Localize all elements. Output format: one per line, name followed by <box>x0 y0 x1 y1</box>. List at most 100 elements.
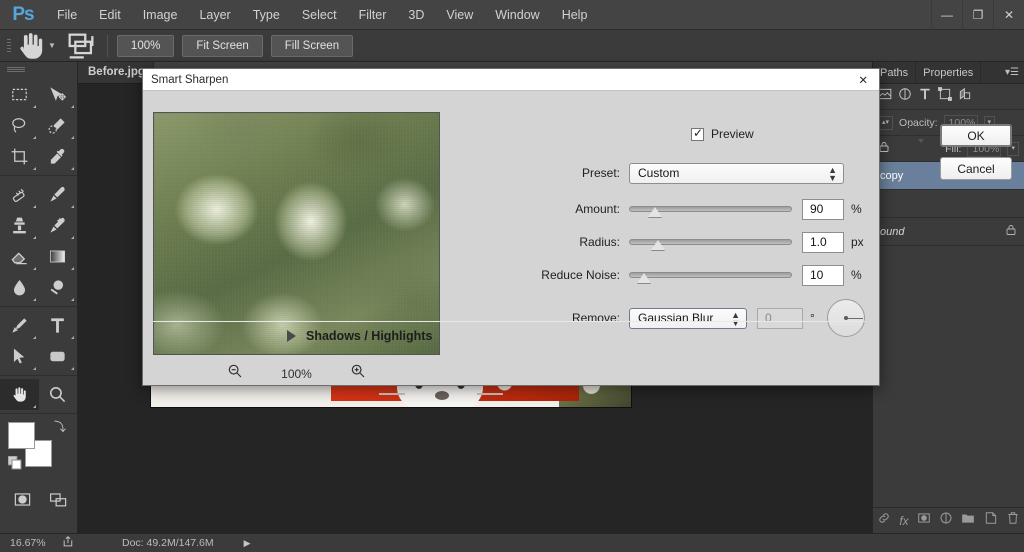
menu-3d[interactable]: 3D <box>397 4 435 26</box>
link-layers-icon[interactable] <box>877 511 891 530</box>
menu-edit[interactable]: Edit <box>88 4 132 26</box>
tool-options-caret-icon[interactable]: ▼ <box>48 41 56 50</box>
lasso-tool[interactable] <box>0 110 39 141</box>
ok-button[interactable]: OK <box>940 124 1012 147</box>
tools-panel: ⤵ <box>0 62 78 552</box>
move-tool[interactable] <box>39 79 78 110</box>
menu-layer[interactable]: Layer <box>188 4 241 26</box>
layer-style-fx-icon[interactable]: fx <box>899 514 908 528</box>
menu-file[interactable]: File <box>46 4 88 26</box>
menu-window[interactable]: Window <box>484 4 550 26</box>
preview-checkbox[interactable] <box>691 126 704 141</box>
reduce-noise-slider[interactable] <box>629 268 792 283</box>
fit-screen-button[interactable]: Fit Screen <box>182 34 263 57</box>
eyedropper-tool[interactable] <box>39 141 78 172</box>
chevron-right-icon[interactable]: ▶ <box>244 538 251 549</box>
horizontal-type-tool[interactable] <box>39 310 78 341</box>
panel-menu-icon[interactable]: ▾☰ <box>1005 62 1024 83</box>
default-colors-icon[interactable] <box>7 455 22 475</box>
smart-sharpen-dialog: Smart Sharpen ✕ 100% ✓ Preview OK Cancel… <box>142 68 1012 386</box>
restore-button[interactable]: ❐ <box>962 0 993 30</box>
quick-mask-icon[interactable] <box>4 484 41 515</box>
swap-colors-icon[interactable]: ⤵ <box>54 418 66 435</box>
radius-slider-thumb[interactable] <box>651 240 666 250</box>
transform-icon[interactable] <box>938 87 952 106</box>
image-icon[interactable] <box>878 87 892 106</box>
spot-healing-brush-tool[interactable] <box>0 179 39 210</box>
preview-image[interactable] <box>153 112 440 355</box>
blend-mode-caret-icon[interactable]: ▴▾ <box>878 115 894 130</box>
eraser-tool[interactable] <box>0 241 39 272</box>
layer-row-background[interactable]: ound <box>873 218 1024 246</box>
radius-row: Radius: 1.0 px <box>453 231 879 253</box>
options-bar-grip[interactable] <box>4 35 14 57</box>
triangle-right-icon[interactable] <box>287 330 296 342</box>
preview-checkbox-label[interactable]: Preview <box>711 127 754 141</box>
amount-slider-thumb[interactable] <box>648 207 663 217</box>
hand-tool[interactable] <box>0 379 39 410</box>
new-layer-icon[interactable] <box>984 511 998 530</box>
remove-select[interactable]: Gaussian Blur ▲ ▼ <box>629 307 747 329</box>
blur-tool[interactable] <box>0 272 39 303</box>
reduce-noise-input[interactable]: 10 <box>802 264 844 286</box>
path-selection-tool[interactable] <box>0 341 39 372</box>
zoom-level[interactable]: 16.67% <box>0 537 62 549</box>
gear-icon[interactable] <box>901 124 916 144</box>
layer-mask-icon[interactable] <box>917 511 931 530</box>
reduce-noise-unit: % <box>851 268 862 282</box>
zoom-in-icon[interactable] <box>350 363 366 384</box>
gradient-tool[interactable] <box>39 241 78 272</box>
tool-preset-icon[interactable] <box>64 33 98 59</box>
dialog-title-bar[interactable]: Smart Sharpen ✕ <box>143 69 879 91</box>
reduce-noise-slider-thumb[interactable] <box>636 273 651 283</box>
menu-help[interactable]: Help <box>551 4 599 26</box>
menu-filter[interactable]: Filter <box>348 4 398 26</box>
radius-input[interactable]: 1.0 <box>802 231 844 253</box>
menu-select[interactable]: Select <box>291 4 348 26</box>
dodge-tool[interactable] <box>39 272 78 303</box>
adjustment-layer-icon[interactable] <box>939 511 953 530</box>
quick-selection-tool[interactable] <box>39 110 78 141</box>
dialog-divider <box>153 321 865 322</box>
amount-input[interactable]: 90 <box>802 198 844 220</box>
zoom-tool[interactable] <box>39 379 78 410</box>
rectangular-marquee-tool[interactable] <box>0 79 39 110</box>
preset-label: Preset: <box>581 166 620 180</box>
tools-panel-grip[interactable] <box>0 62 77 76</box>
close-button[interactable]: ✕ <box>993 0 1024 30</box>
cancel-button[interactable]: Cancel <box>940 157 1012 180</box>
foreground-color-swatch[interactable] <box>8 422 35 449</box>
zoom-out-icon[interactable] <box>227 363 243 384</box>
hand-tool-icon[interactable] <box>14 32 48 59</box>
type-icon[interactable] <box>918 87 932 106</box>
history-brush-tool[interactable] <box>39 210 78 241</box>
pen-tool[interactable] <box>0 310 39 341</box>
layer-row-hidden[interactable] <box>873 190 1024 218</box>
share-icon[interactable] <box>62 535 86 551</box>
fill-screen-button[interactable]: Fill Screen <box>270 34 354 57</box>
delete-layer-icon[interactable] <box>1006 511 1020 530</box>
brush-tool[interactable] <box>39 179 78 210</box>
menu-image[interactable]: Image <box>132 4 189 26</box>
radius-slider[interactable] <box>629 235 792 250</box>
new-group-icon[interactable] <box>961 511 975 530</box>
shadows-highlights-section[interactable]: Shadows / Highlights <box>287 329 432 343</box>
amount-slider[interactable] <box>629 202 792 217</box>
adjustment-icon[interactable] <box>898 87 912 106</box>
menu-type[interactable]: Type <box>242 4 291 26</box>
shape-icon[interactable] <box>958 87 972 106</box>
rounded-rectangle-tool[interactable] <box>39 341 78 372</box>
close-icon[interactable]: ✕ <box>855 73 871 87</box>
screen-mode-icon[interactable] <box>41 484 78 515</box>
crop-tool[interactable] <box>0 141 39 172</box>
preset-select[interactable]: Custom ▲ ▼ <box>629 162 844 184</box>
amount-unit: % <box>851 202 862 216</box>
menu-view[interactable]: View <box>435 4 484 26</box>
tab-properties[interactable]: Properties <box>916 62 982 83</box>
zoom-100-button[interactable]: 100% <box>116 34 175 57</box>
clone-stamp-tool[interactable] <box>0 210 39 241</box>
angle-dial-icon[interactable] <box>826 299 865 337</box>
gear-caret-icon[interactable] <box>918 139 924 143</box>
preview-checkbox-row: Preview <box>691 126 754 141</box>
minimize-button[interactable]: — <box>931 0 962 30</box>
